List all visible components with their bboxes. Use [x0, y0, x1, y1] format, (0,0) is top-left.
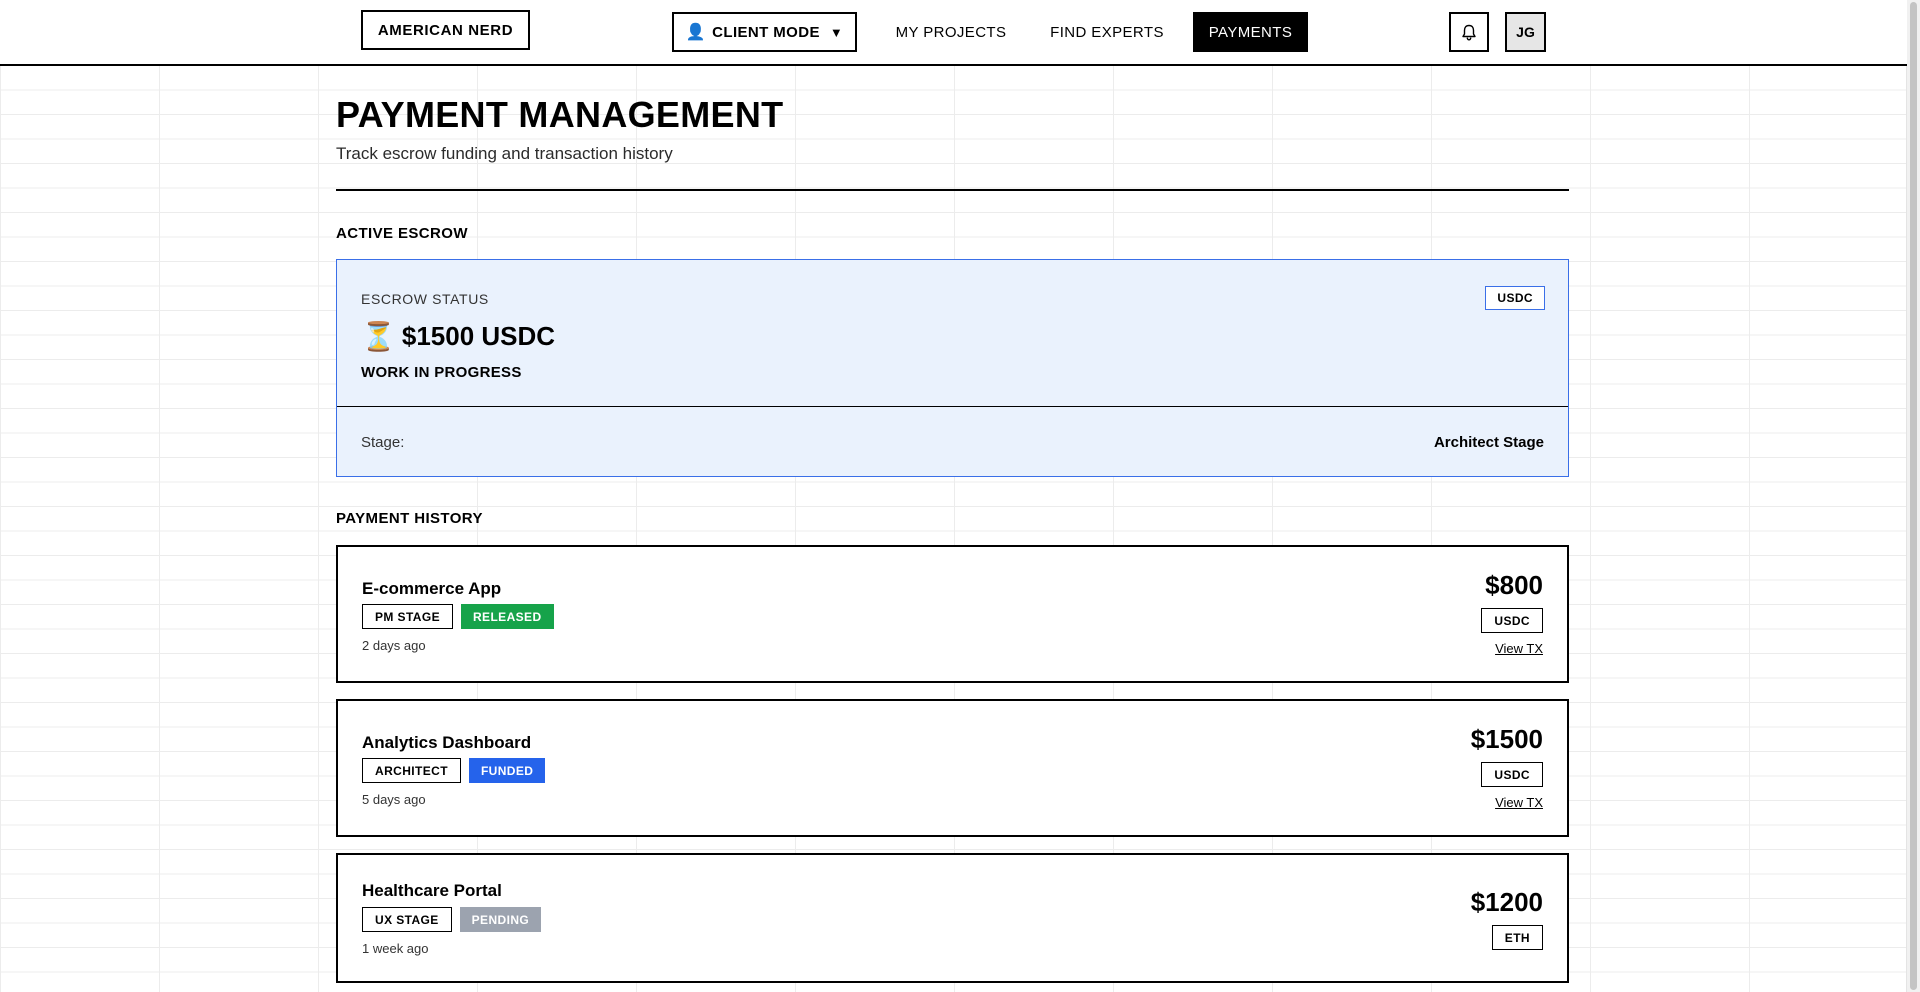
payment-amount: $1500	[1470, 724, 1543, 754]
top-navbar: AMERICAN NERD 👤 CLIENT MODE ▼ MY PROJECT…	[0, 0, 1907, 66]
user-icon: 👤	[685, 24, 707, 41]
active-escrow-heading: ACTIVE ESCROW	[336, 225, 468, 242]
stage-badge: ARCHITECT	[362, 758, 461, 783]
payment-history-heading: PAYMENT HISTORY	[336, 510, 483, 527]
notifications-button[interactable]	[1449, 12, 1489, 52]
payment-tags: ARCHITECT FUNDED	[362, 758, 546, 783]
status-badge: RELEASED	[460, 604, 554, 629]
currency-badge: USDC	[1481, 608, 1543, 633]
payment-history-item: Healthcare Portal UX STAGE PENDING 1 wee…	[336, 853, 1569, 983]
currency-badge: USDC	[1481, 762, 1543, 787]
status-badge: PENDING	[459, 907, 542, 932]
payment-project-name: Analytics Dashboard	[362, 733, 532, 752]
escrow-stage-value: Architect Stage	[1433, 434, 1544, 451]
page-subtitle: Track escrow funding and transaction his…	[336, 144, 673, 163]
payment-history-item: E-commerce App PM STAGE RELEASED 2 days …	[336, 545, 1569, 683]
nav-find-experts[interactable]: FIND EXPERTS	[1042, 12, 1172, 52]
escrow-status-card: ESCROW STATUS USDC ⏳ $1500 USDC WORK IN …	[336, 259, 1569, 477]
payment-timestamp: 2 days ago	[362, 638, 426, 653]
payment-tags: PM STAGE RELEASED	[362, 604, 554, 629]
brand-logo[interactable]: AMERICAN NERD	[361, 10, 530, 50]
payment-history-item: Analytics Dashboard ARCHITECT FUNDED 5 d…	[336, 699, 1569, 837]
escrow-stage-label: Stage:	[361, 434, 405, 451]
payment-timestamp: 5 days ago	[362, 792, 426, 807]
user-avatar[interactable]: JG	[1505, 12, 1546, 52]
page-title: PAYMENT MANAGEMENT	[336, 94, 784, 135]
stage-badge: PM STAGE	[362, 604, 453, 629]
scrollbar-thumb[interactable]	[1910, 2, 1917, 990]
client-mode-dropdown[interactable]: 👤 CLIENT MODE ▼	[672, 12, 857, 52]
escrow-status-label: ESCROW STATUS	[361, 291, 489, 307]
payment-amount: $1200	[1470, 887, 1543, 917]
title-divider	[336, 189, 1569, 191]
escrow-amount: $1500 USDC	[401, 321, 556, 351]
page-scrollbar[interactable]	[1906, 0, 1920, 992]
stage-badge: UX STAGE	[362, 907, 452, 932]
escrow-amount-row: ⏳ $1500 USDC	[361, 320, 555, 353]
payment-tags: UX STAGE PENDING	[362, 907, 542, 932]
client-mode-label: CLIENT MODE	[712, 23, 820, 41]
currency-badge: ETH	[1491, 925, 1543, 950]
payment-project-name: Healthcare Portal	[362, 881, 502, 900]
payment-project-name: E-commerce App	[362, 579, 502, 598]
hourglass-icon: ⏳	[361, 321, 396, 352]
caret-down-icon: ▼	[829, 24, 844, 40]
payment-timestamp: 1 week ago	[362, 941, 429, 956]
escrow-token-badge: USDC	[1485, 286, 1545, 310]
nav-my-projects[interactable]: MY PROJECTS	[884, 12, 1018, 52]
escrow-divider	[337, 406, 1568, 407]
view-tx-link[interactable]: View TX	[1495, 795, 1543, 810]
view-tx-link[interactable]: View TX	[1495, 641, 1543, 656]
nav-payments[interactable]: PAYMENTS	[1193, 12, 1308, 52]
escrow-state: WORK IN PROGRESS	[361, 364, 522, 381]
payment-amount: $800	[1485, 570, 1543, 600]
status-badge: FUNDED	[468, 758, 546, 783]
bell-icon	[1462, 24, 1476, 41]
